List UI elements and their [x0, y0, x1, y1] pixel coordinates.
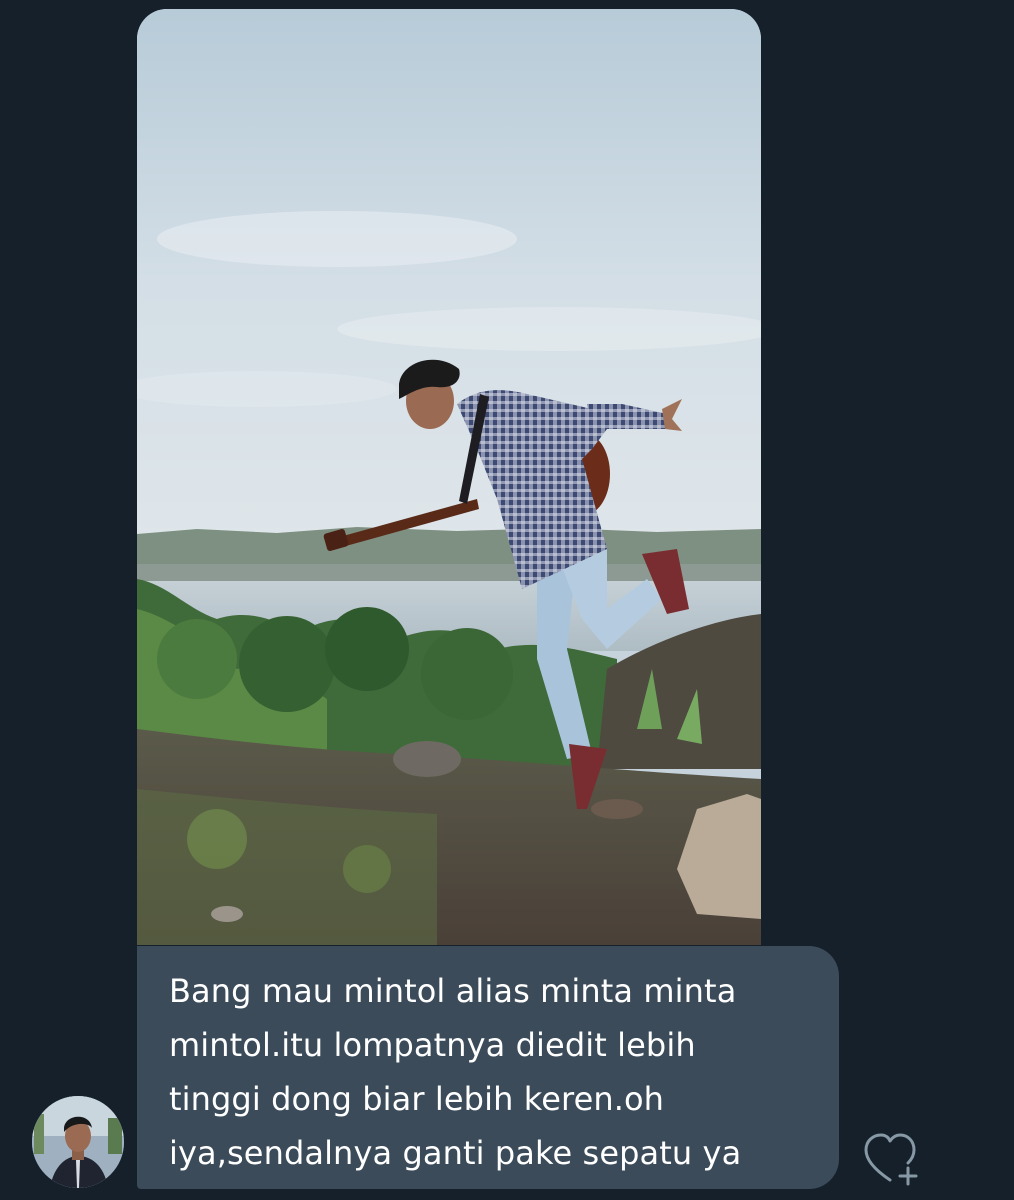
message-line: mintol.itu lompatnya diedit lebih — [169, 1026, 696, 1064]
message-line: tinggi dong biar lebih keren.oh — [169, 1080, 665, 1118]
heart-plus-icon[interactable] — [862, 1132, 926, 1190]
message-line: Bang mau mintol alias minta minta — [169, 972, 737, 1010]
avatar-photo — [32, 1096, 124, 1188]
message-photo[interactable] — [137, 9, 761, 945]
sender-avatar[interactable] — [32, 1096, 124, 1188]
heart-plus-icon-glyph — [864, 1133, 918, 1186]
message-bubble[interactable]: Bang mau mintol alias minta minta mintol… — [137, 946, 839, 1189]
dm-conversation: Bang mau mintol alias minta minta mintol… — [0, 0, 1014, 1200]
message-text: Bang mau mintol alias minta minta mintol… — [169, 964, 811, 1180]
media-message[interactable] — [137, 9, 761, 945]
message-line: iya,sendalnya ganti pake sepatu ya — [169, 1134, 742, 1172]
